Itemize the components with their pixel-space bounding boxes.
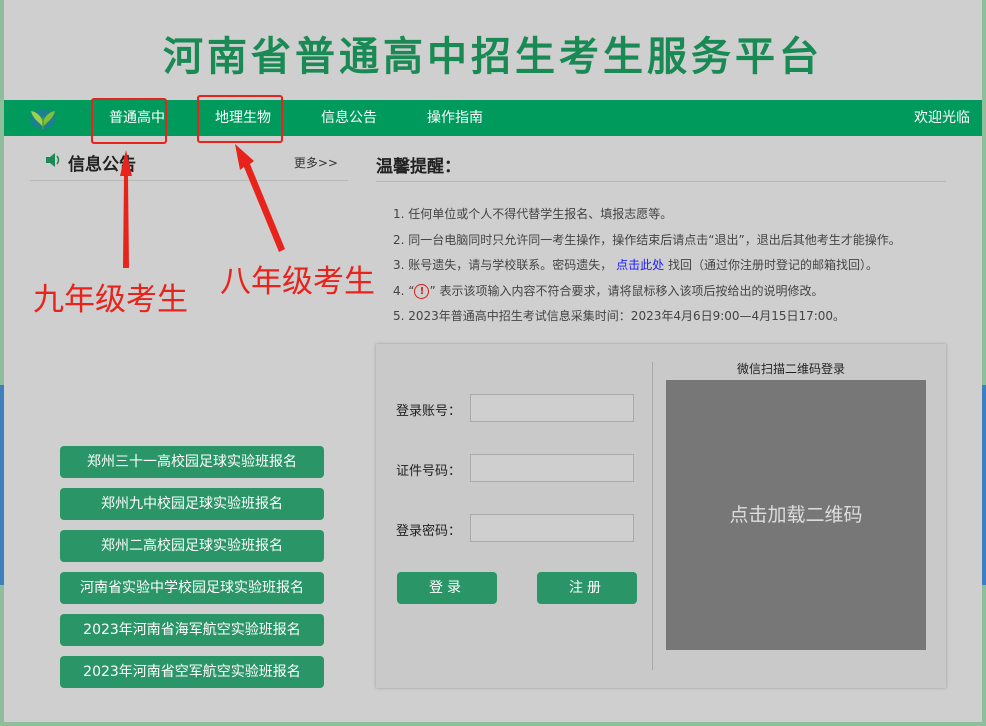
password-label: 登录密码： — [396, 524, 462, 539]
login-button[interactable]: 登录 — [397, 572, 497, 604]
qr-login-title: 微信扫描二维码登录 — [736, 362, 845, 376]
account-input[interactable] — [470, 394, 634, 422]
side-button-airforce-aviation[interactable]: 2023年河南省空军航空实验班报名 — [60, 656, 324, 688]
side-button-zz2-football[interactable]: 郑州二高校园足球实验班报名 — [60, 530, 324, 562]
password-input[interactable] — [470, 514, 634, 542]
id-number-input[interactable] — [470, 454, 634, 482]
arrow-to-dili-shengwu — [235, 144, 285, 252]
register-button[interactable]: 注册 — [537, 572, 637, 604]
account-label: 登录账号： — [396, 404, 462, 419]
id-number-label: 证件号码： — [396, 464, 462, 479]
side-button-zz9-football[interactable]: 郑州九中校园足球实验班报名 — [60, 488, 324, 520]
panel-divider — [652, 362, 653, 670]
qr-code-load-area[interactable]: 点击加载二维码 — [666, 380, 926, 650]
side-button-navy-aviation[interactable]: 2023年河南省海军航空实验班报名 — [60, 614, 324, 646]
annotation-grade9: 九年级考生 — [33, 282, 188, 318]
side-button-henan-shiyan-football[interactable]: 河南省实验中学校园足球实验班报名 — [60, 572, 324, 604]
login-panel: 登录账号： 证件号码： 登录密码： 登录 注册 微信扫描二维码登录 点击加载二维… — [376, 344, 946, 688]
arrow-to-putong — [120, 150, 132, 268]
annotation-grade8: 八年级考生 — [220, 264, 375, 300]
side-button-zz31-football[interactable]: 郑州三十一高校园足球实验班报名 — [60, 446, 324, 478]
